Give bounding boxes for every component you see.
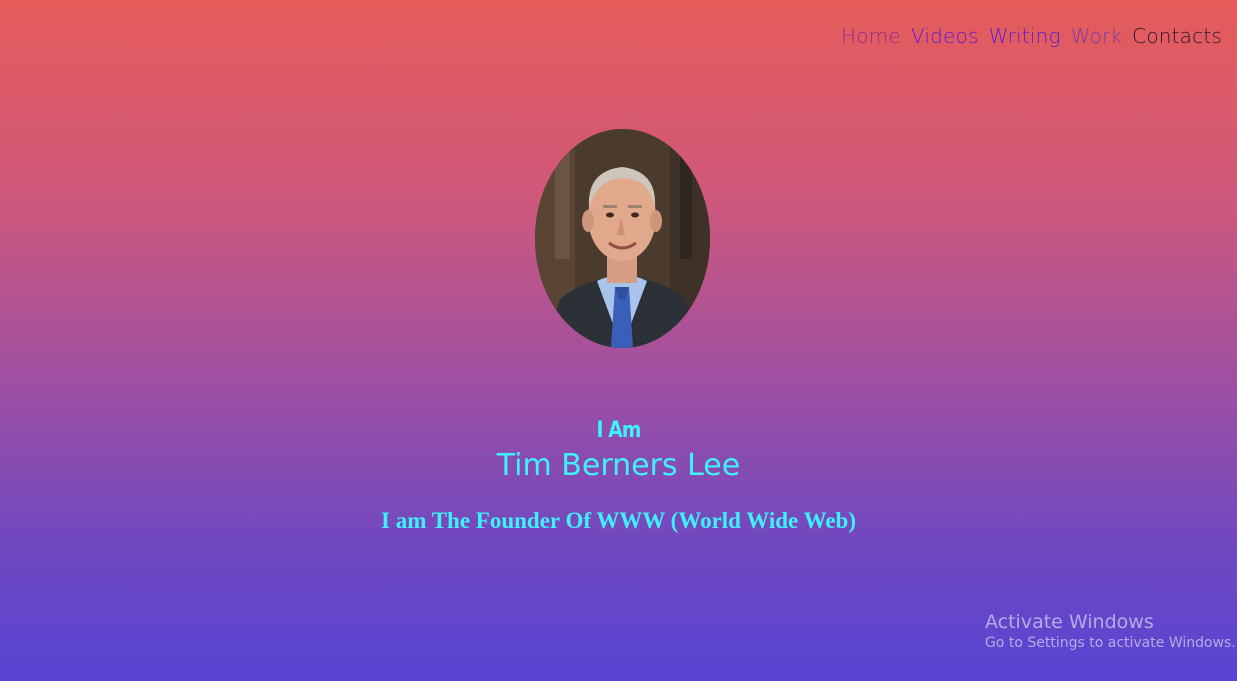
top-nav: Home Videos Writing Work Contacts bbox=[841, 24, 1222, 48]
profile-photo bbox=[535, 129, 710, 348]
watermark-title: Activate Windows bbox=[985, 611, 1154, 633]
tagline: I am The Founder Of WWW (World Wide Web) bbox=[381, 508, 856, 533]
activate-windows-watermark: Activate Windows Go to Settings to activ… bbox=[985, 611, 1236, 651]
nav-link-writing[interactable]: Writing bbox=[989, 24, 1061, 48]
watermark-subtitle: Go to Settings to activate Windows. bbox=[985, 635, 1236, 651]
nav-link-home[interactable]: Home bbox=[841, 24, 901, 48]
nav-link-work[interactable]: Work bbox=[1071, 24, 1122, 48]
portrait-illustration bbox=[535, 129, 710, 348]
nav-link-videos[interactable]: Videos bbox=[911, 24, 979, 48]
nav-link-contacts[interactable]: Contacts bbox=[1132, 24, 1222, 48]
person-name: Tim Berners Lee bbox=[496, 448, 741, 483]
intro-text: I Am bbox=[596, 418, 641, 443]
